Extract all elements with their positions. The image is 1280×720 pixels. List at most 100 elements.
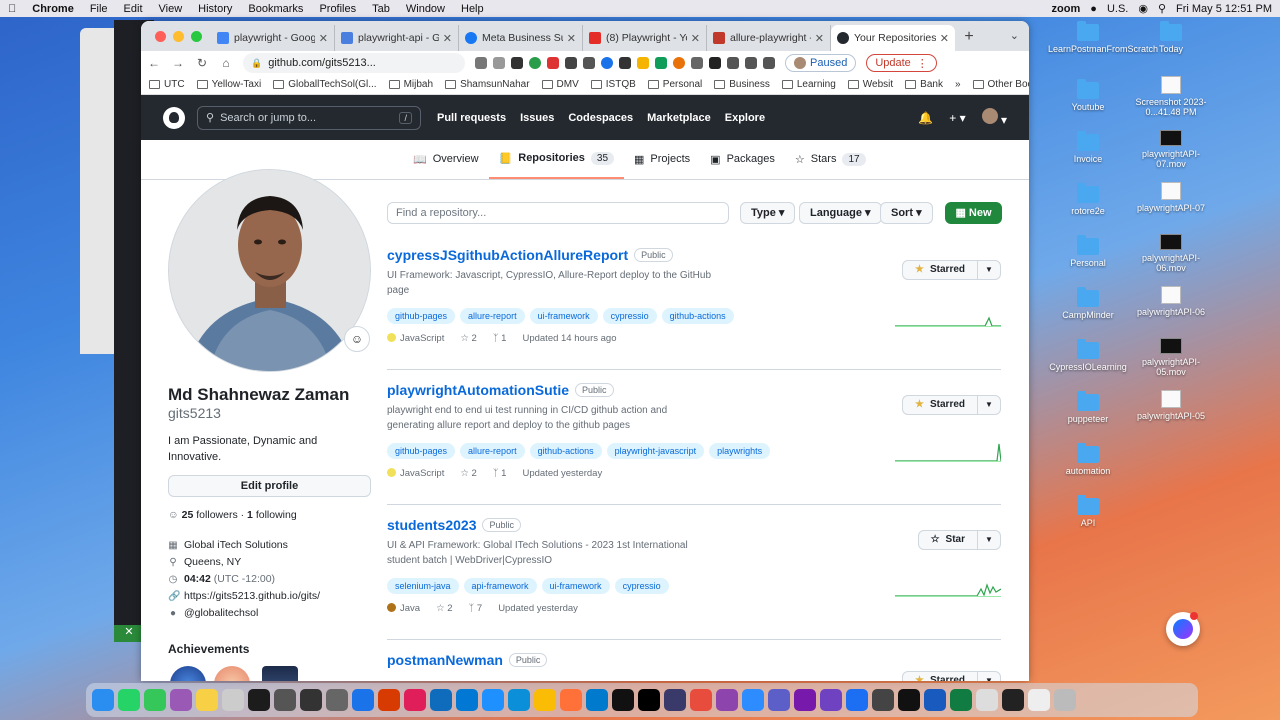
pen-extension-icon[interactable]: [511, 57, 523, 69]
tab-meta-business[interactable]: Meta Business Suite✕: [459, 25, 583, 51]
trash-icon[interactable]: [1054, 689, 1076, 711]
achievement-badge[interactable]: [170, 666, 206, 681]
desktop-file[interactable]: palywrightAPI-06.mov: [1131, 234, 1211, 273]
repo-name-link[interactable]: students2023: [387, 517, 476, 533]
share-icon[interactable]: [475, 57, 487, 69]
visual-studio-icon[interactable]: [820, 689, 842, 711]
bookmark-dmv[interactable]: DMV: [541, 79, 579, 90]
terminal-icon[interactable]: [898, 689, 920, 711]
zoom-status[interactable]: zoom: [1052, 3, 1081, 15]
intellij-icon[interactable]: [638, 689, 660, 711]
desktop-file[interactable]: playwrightAPI-07.mov: [1131, 130, 1211, 169]
achievement-badge[interactable]: [262, 666, 298, 681]
topic-tag[interactable]: ui-framework: [529, 308, 598, 324]
calendar-icon[interactable]: [222, 689, 244, 711]
topic-tag[interactable]: github-actions: [661, 308, 734, 324]
tab-projects[interactable]: ▦ Projects: [624, 139, 700, 179]
messages-icon[interactable]: [144, 689, 166, 711]
close-tab-icon[interactable]: ✕: [567, 32, 576, 45]
close-tab-icon[interactable]: ✕: [319, 32, 328, 45]
terminal-icon[interactable]: [1002, 689, 1024, 711]
profile-photo[interactable]: [168, 169, 371, 372]
repo-stars-link[interactable]: ☆ 2: [436, 603, 452, 614]
repo-stars-link[interactable]: ☆ 2: [460, 468, 476, 479]
close-tab-icon[interactable]: ✕: [940, 32, 949, 45]
tab-your-repositories[interactable]: Your Repositories ✕: [831, 25, 955, 51]
bluetooth-icon[interactable]: ●: [1090, 3, 1097, 15]
close-icon[interactable]: ✕: [114, 625, 144, 642]
menu-app-name[interactable]: Chrome: [24, 3, 82, 15]
messenger-icon[interactable]: [170, 689, 192, 711]
close-tab-icon[interactable]: ✕: [691, 32, 700, 45]
settings-gear-icon[interactable]: [326, 689, 348, 711]
followers-link[interactable]: 25 followers: [182, 509, 238, 521]
star-button[interactable]: ☆ Star ▼: [917, 530, 1001, 550]
clock[interactable]: Fri May 5 12:51 PM: [1176, 3, 1272, 15]
repo-name-link[interactable]: playwrightAutomationSutie: [387, 382, 569, 398]
menu-profiles[interactable]: Profiles: [311, 3, 364, 15]
starred-button[interactable]: ★ Starred ▼: [902, 260, 1001, 280]
photos-icon[interactable]: [274, 689, 296, 711]
reload-icon[interactable]: ↻: [195, 56, 209, 70]
camera-extension-icon[interactable]: [691, 57, 703, 69]
repo-stars-link[interactable]: ☆ 2: [460, 333, 476, 344]
star-list-dropdown-icon[interactable]: ▼: [978, 531, 1000, 549]
wifi-icon[interactable]: ◉: [1138, 2, 1148, 15]
topic-tag[interactable]: playwright-javascript: [606, 443, 705, 459]
messenger-chat-head-icon[interactable]: [1166, 612, 1200, 646]
topic-tag[interactable]: github-actions: [529, 443, 602, 459]
tab-packages[interactable]: ▣ Packages: [700, 139, 785, 179]
rider-icon[interactable]: [846, 689, 868, 711]
green-extension-icon[interactable]: [655, 57, 667, 69]
desktop-folder[interactable]: API: [1048, 495, 1128, 528]
nav-pull-requests[interactable]: Pull requests: [437, 112, 506, 124]
new-tab-button[interactable]: +: [955, 25, 983, 51]
starred-button[interactable]: ★ Starred ▼: [902, 671, 1001, 681]
desktop-folder[interactable]: Today: [1131, 21, 1211, 54]
desktop-file[interactable]: palywrightAPI-05: [1131, 390, 1211, 421]
bookmarks-overflow-icon[interactable]: »: [955, 79, 961, 90]
tab-overview[interactable]: 📖 Overview: [403, 139, 489, 179]
firefox-icon[interactable]: [560, 689, 582, 711]
tab-search-chevron-icon[interactable]: ⌄: [1010, 29, 1019, 42]
utility-icon[interactable]: [872, 689, 894, 711]
bookmark-bank[interactable]: Bank: [905, 79, 943, 90]
desktop-folder[interactable]: LearnPostmanFromScratch: [1048, 21, 1158, 54]
menu-edit[interactable]: Edit: [116, 3, 151, 15]
desktop-folder[interactable]: rotore2e: [1048, 183, 1128, 216]
teams-icon[interactable]: [768, 689, 790, 711]
edge-icon[interactable]: [508, 689, 530, 711]
menu-file[interactable]: File: [82, 3, 116, 15]
back-icon[interactable]: ←: [147, 56, 161, 70]
desktop-folder[interactable]: Youtube: [1048, 79, 1128, 112]
home-icon[interactable]: ⌂: [219, 56, 233, 70]
menu-history[interactable]: History: [190, 3, 240, 15]
topic-tag[interactable]: allure-report: [460, 443, 525, 459]
mail-icon[interactable]: [456, 689, 478, 711]
nav-explore[interactable]: Explore: [725, 112, 765, 124]
close-tab-icon[interactable]: ✕: [815, 32, 824, 45]
following-link[interactable]: 1 following: [247, 509, 297, 521]
achievements-heading[interactable]: Achievements: [168, 642, 249, 656]
preview-icon[interactable]: [976, 689, 998, 711]
create-new-plus-icon[interactable]: + ▾: [949, 111, 965, 125]
new-repository-button[interactable]: ▦ New: [945, 202, 1002, 224]
bookmark-globalltechsol[interactable]: GloballTechSol(Gl...: [273, 79, 377, 90]
find-repository-input[interactable]: Find a repository...: [387, 202, 729, 224]
download-icon[interactable]: [745, 57, 757, 69]
java-icon[interactable]: [1028, 689, 1050, 711]
menu-bookmarks[interactable]: Bookmarks: [240, 3, 311, 15]
topic-tag[interactable]: allure-report: [460, 308, 525, 324]
sort-filter-dropdown[interactable]: Sort ▾: [880, 202, 933, 224]
topic-tag[interactable]: ui-framework: [541, 578, 610, 594]
blue-extension-icon[interactable]: [601, 57, 613, 69]
nav-codespaces[interactable]: Codespaces: [568, 112, 633, 124]
bookmark-shamsunnahar[interactable]: ShamsunNahar: [445, 79, 530, 90]
topic-tag[interactable]: github-pages: [387, 308, 456, 324]
red-extension-icon[interactable]: [547, 57, 559, 69]
desktop-folder[interactable]: CampMinder: [1048, 287, 1128, 320]
forward-icon[interactable]: →: [171, 56, 185, 70]
notifications-bell-icon[interactable]: 🔔: [918, 111, 933, 125]
slack-icon[interactable]: [404, 689, 426, 711]
grammarly-extension-icon[interactable]: [529, 57, 541, 69]
